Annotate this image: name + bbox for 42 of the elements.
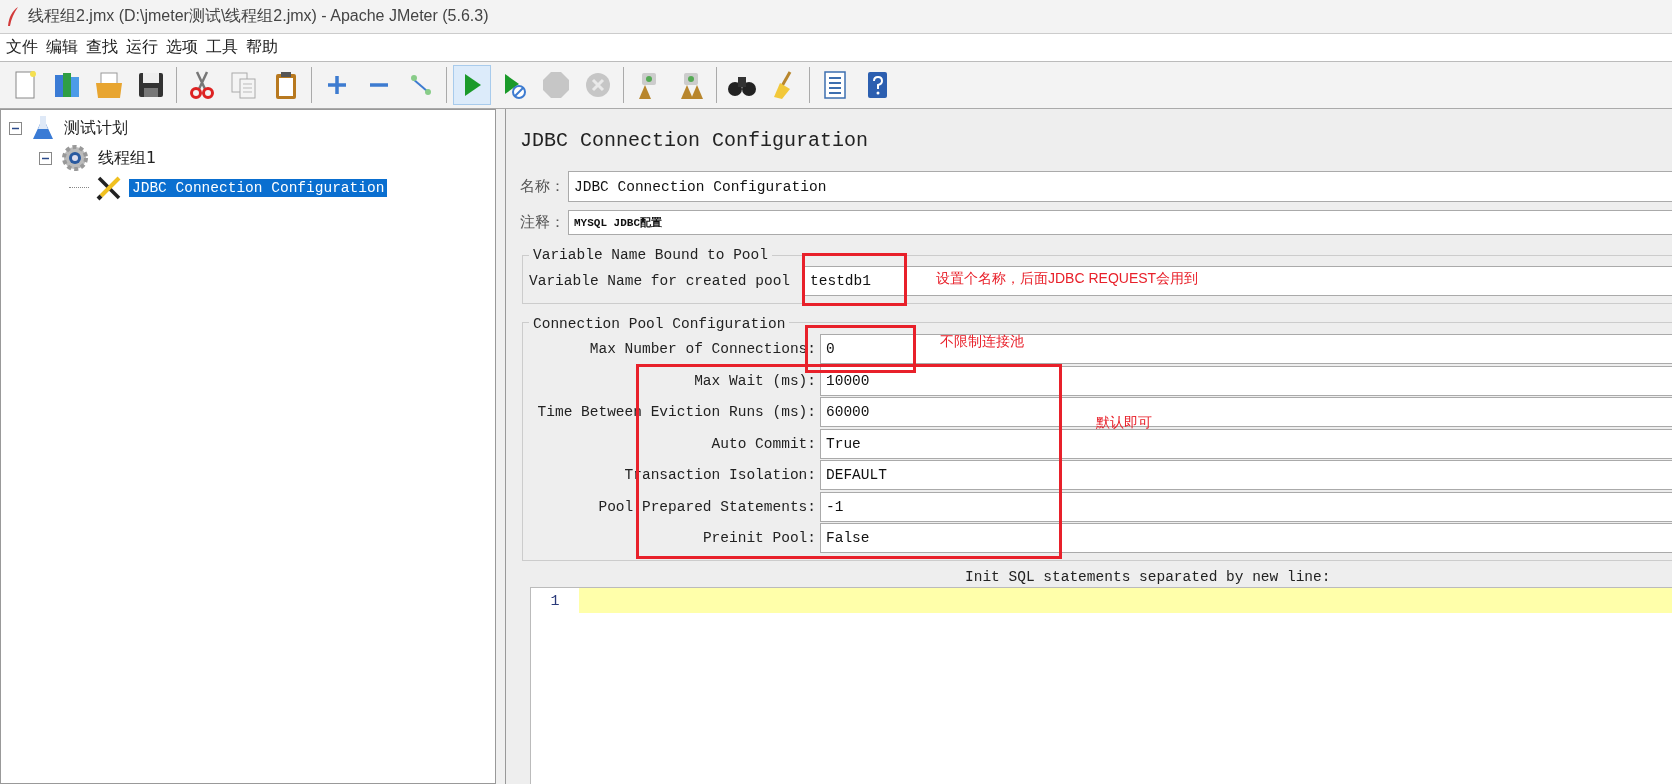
input-field[interactable]: 10000	[820, 365, 1672, 396]
field-label: Preinit Pool:	[701, 530, 817, 547]
group-legend: Connection Pool Configuration	[529, 315, 790, 332]
flask-icon	[31, 115, 55, 141]
window-title: 线程组2.jmx (D:\jmeter测试\线程组2.jmx) - Apache JMeter (5.6.3)	[28, 6, 489, 26]
wrench-icon	[95, 174, 123, 202]
annotation-note: 设置个名称，后面JDBC REQUEST会用到	[936, 270, 1199, 288]
field-label: 注释：	[520, 213, 566, 232]
field-label: Auto Commit:	[710, 435, 817, 452]
menu-item[interactable]: 编辑	[44, 37, 84, 58]
feather-icon	[6, 5, 20, 28]
menu-item[interactable]: 文件	[4, 37, 44, 58]
stop-sign-icon	[540, 69, 572, 101]
field-label: 名称：	[520, 177, 566, 196]
field-label: Pool Prepared Statements:	[597, 498, 817, 515]
menu-item[interactable]: 工具	[204, 37, 244, 58]
folder-icon	[93, 69, 125, 101]
input-field[interactable]: False	[820, 523, 1672, 554]
minus-icon	[369, 82, 389, 88]
menu-item[interactable]: 选项	[164, 37, 204, 58]
comment-field[interactable]: MYSQL JDBC配置	[568, 210, 1672, 235]
tree-item[interactable]: 线程组1	[95, 146, 160, 170]
gear-icon	[61, 144, 89, 172]
code-editor[interactable]: 1	[530, 587, 1672, 784]
collapse-toggle[interactable]	[39, 151, 55, 165]
editor-label: Init SQL statements separated by new line:	[965, 569, 1332, 585]
menu-item[interactable]: 帮助	[244, 37, 284, 58]
tree-item[interactable]: 测试计划	[61, 116, 131, 140]
tree-item[interactable]: JDBC Connection Configuration	[129, 179, 388, 197]
name-field[interactable]: JDBC Connection Configuration	[568, 171, 1672, 202]
annotation-note: 不限制连接池	[940, 333, 1024, 351]
input-field[interactable]: -1	[820, 491, 1672, 522]
menu-item[interactable]: 运行	[124, 37, 164, 58]
input-field[interactable]: True	[820, 428, 1672, 459]
play-button[interactable]	[453, 65, 491, 105]
panel-title: JDBC Connection Configuration	[520, 129, 870, 154]
field-label: Max Wait (ms):	[693, 372, 817, 389]
line-number: 1	[550, 592, 560, 612]
collapse-toggle[interactable]	[9, 121, 25, 135]
input-field[interactable]: DEFAULT	[820, 460, 1672, 491]
menu-item[interactable]: 查找	[84, 37, 124, 58]
field-label: Variable Name for created pool	[529, 272, 792, 289]
